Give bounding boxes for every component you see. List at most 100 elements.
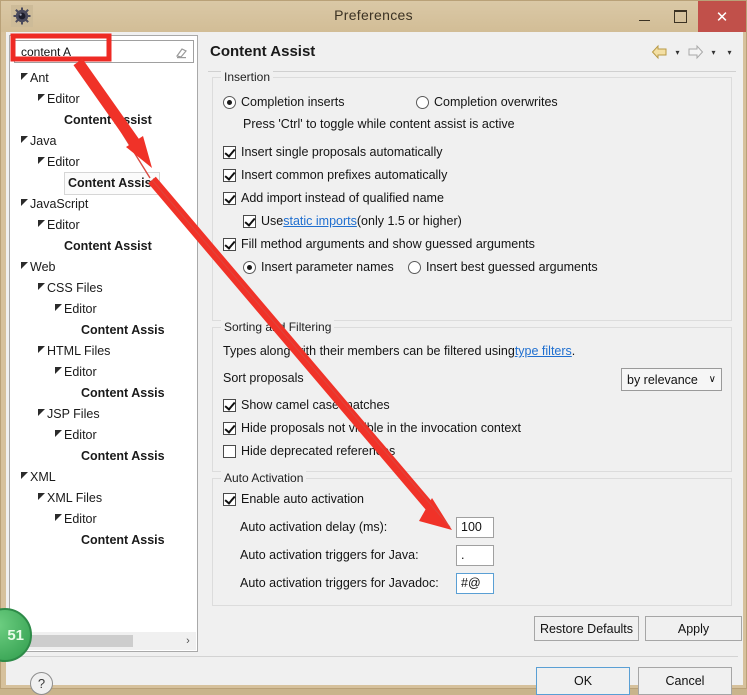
- radio-label: Insert best guessed arguments: [426, 260, 598, 274]
- use-static-imports-checkbox[interactable]: Use static imports (only 1.5 or higher): [243, 214, 462, 228]
- tree-item-content-assist[interactable]: Content Assist: [12, 110, 195, 131]
- expand-arrow-icon[interactable]: [52, 509, 64, 530]
- help-icon[interactable]: ?: [30, 672, 53, 695]
- checkbox-indicator: [223, 145, 236, 159]
- tree-item-xml-files[interactable]: XML Files: [12, 488, 195, 509]
- forward-dropdown-caret[interactable]: ▾: [707, 44, 720, 60]
- sort-proposals-select[interactable]: by relevance ∨: [621, 368, 722, 391]
- enable-auto-activation-checkbox[interactable]: Enable auto activation: [223, 492, 364, 506]
- apply-button[interactable]: Apply: [645, 616, 742, 641]
- hide-not-visible-checkbox[interactable]: Hide proposals not visible in the invoca…: [223, 421, 521, 435]
- expand-arrow-icon[interactable]: [35, 341, 47, 362]
- insert-single-proposals-checkbox[interactable]: Insert single proposals automatically: [223, 145, 443, 159]
- tree-item-java[interactable]: Java: [12, 131, 195, 152]
- hide-deprecated-checkbox[interactable]: Hide deprecated references: [223, 444, 395, 458]
- show-camel-case-checkbox[interactable]: Show camel case matches: [223, 398, 390, 412]
- tree-item-web[interactable]: Web: [12, 257, 195, 278]
- ctrl-toggle-hint: Press 'Ctrl' to toggle while content ass…: [243, 117, 515, 131]
- expand-arrow-icon[interactable]: [18, 194, 30, 215]
- tree-item-content-assis[interactable]: Content Assis: [12, 383, 195, 404]
- static-imports-link[interactable]: static imports: [283, 214, 357, 228]
- fill-method-arguments-checkbox[interactable]: Fill method arguments and show guessed a…: [223, 237, 535, 251]
- expand-arrow-icon[interactable]: [52, 425, 64, 446]
- search-input[interactable]: [19, 44, 153, 60]
- back-arrow-icon[interactable]: [651, 44, 668, 60]
- add-import-checkbox[interactable]: Add import instead of qualified name: [223, 191, 444, 205]
- tree-item-content-assis[interactable]: Content Assis: [12, 446, 195, 467]
- expand-arrow-icon[interactable]: [35, 89, 47, 110]
- tree-item-label: Editor: [64, 428, 97, 442]
- completion-inserts-radio[interactable]: Completion inserts: [223, 95, 345, 109]
- checkbox-label: Add import instead of qualified name: [241, 191, 444, 205]
- types-prefix: Types along with their members can be fi…: [223, 344, 515, 358]
- tree-item-html-files[interactable]: HTML Files: [12, 341, 195, 362]
- tree-item-editor[interactable]: Editor: [12, 89, 195, 110]
- tree-item-javascript[interactable]: JavaScript: [12, 194, 195, 215]
- tree-item-editor[interactable]: Editor: [12, 425, 195, 446]
- filter-search-box[interactable]: [14, 40, 194, 63]
- page-menu-caret[interactable]: ▾: [723, 44, 736, 60]
- expand-arrow-icon[interactable]: [52, 299, 64, 320]
- tree-item-label: Content Assis: [81, 533, 165, 547]
- expand-arrow-icon[interactable]: [35, 215, 47, 236]
- scroll-thumb[interactable]: [28, 635, 133, 647]
- insert-parameter-names-radio[interactable]: Insert parameter names: [243, 260, 394, 274]
- tree-item-css-files[interactable]: CSS Files: [12, 278, 195, 299]
- eraser-icon[interactable]: [173, 44, 189, 60]
- expand-arrow-icon[interactable]: [35, 152, 47, 173]
- javadoc-triggers-input[interactable]: #@: [456, 573, 494, 594]
- tree-item-ant[interactable]: Ant: [12, 68, 195, 89]
- forward-arrow-icon[interactable]: [687, 44, 704, 60]
- hint-text: Press 'Ctrl' to toggle while content ass…: [243, 117, 515, 131]
- tree-item-label: HTML Files: [47, 344, 111, 358]
- scroll-right-arrow[interactable]: ›: [180, 632, 196, 650]
- tree-item-jsp-files[interactable]: JSP Files: [12, 404, 195, 425]
- auto-activation-delay-label: Auto activation delay (ms):: [240, 520, 387, 534]
- ok-button[interactable]: OK: [536, 667, 630, 695]
- tree-horizontal-scrollbar[interactable]: ‹ ›: [11, 632, 196, 650]
- preferences-tree[interactable]: Ant Editor Content Assist Java Editor Content…: [12, 68, 195, 629]
- minimize-button[interactable]: [626, 1, 662, 32]
- radio-indicator: [243, 260, 256, 274]
- expand-arrow-icon[interactable]: [18, 131, 30, 152]
- expand-arrow-icon[interactable]: [35, 404, 47, 425]
- insert-best-guessed-radio[interactable]: Insert best guessed arguments: [408, 260, 598, 274]
- javadoc-triggers-label: Auto activation triggers for Javadoc:: [240, 576, 439, 590]
- tree-item-label: Editor: [47, 155, 80, 169]
- expand-arrow-icon[interactable]: [35, 278, 47, 299]
- completion-overwrites-radio[interactable]: Completion overwrites: [416, 95, 558, 109]
- tree-item-editor[interactable]: Editor: [12, 215, 195, 236]
- expand-arrow-icon[interactable]: [52, 362, 64, 383]
- expand-arrow-icon[interactable]: [18, 467, 30, 488]
- auto-activation-group: Auto Activation Enable auto activation A…: [212, 471, 732, 606]
- expand-arrow-icon[interactable]: [18, 68, 30, 89]
- tree-item-editor[interactable]: Editor: [12, 509, 195, 530]
- insert-common-prefixes-checkbox[interactable]: Insert common prefixes automatically: [223, 168, 447, 182]
- cancel-button[interactable]: Cancel: [638, 667, 732, 695]
- tree-item-editor[interactable]: Editor: [12, 299, 195, 320]
- auto-activation-delay-input[interactable]: 100: [456, 517, 494, 538]
- insertion-group: Insertion Completion inserts Completion …: [212, 70, 732, 321]
- radio-label: Insert parameter names: [261, 260, 394, 274]
- tree-item-editor[interactable]: Editor: [12, 362, 195, 383]
- back-dropdown-caret[interactable]: ▾: [671, 44, 684, 60]
- expand-arrow-icon[interactable]: [35, 488, 47, 509]
- sorting-legend: Sorting and Filtering: [221, 320, 335, 334]
- checkbox-label: Show camel case matches: [241, 398, 390, 412]
- close-icon[interactable]: ✕: [698, 1, 746, 32]
- expand-arrow-icon[interactable]: [18, 257, 30, 278]
- tree-item-content-assis[interactable]: Content Assis: [12, 320, 195, 341]
- tree-item-content-assist[interactable]: Content Assist: [12, 236, 195, 257]
- completion-overwrites-label: Completion overwrites: [434, 95, 558, 109]
- restore-defaults-button[interactable]: Restore Defaults: [534, 616, 639, 641]
- tree-item-label: Editor: [47, 218, 80, 232]
- type-filters-link[interactable]: type filters: [515, 344, 572, 358]
- tree-item-content-assis[interactable]: Content Assis: [12, 530, 195, 551]
- tree-item-xml[interactable]: XML: [12, 467, 195, 488]
- insertion-legend: Insertion: [221, 70, 274, 84]
- maximize-button[interactable]: [662, 1, 698, 32]
- checkbox-label: Fill method arguments and show guessed a…: [241, 237, 535, 251]
- java-triggers-input[interactable]: .: [456, 545, 494, 566]
- tree-item-editor[interactable]: Editor: [12, 152, 195, 173]
- tree-item-content-assist[interactable]: Content Assist: [12, 172, 195, 195]
